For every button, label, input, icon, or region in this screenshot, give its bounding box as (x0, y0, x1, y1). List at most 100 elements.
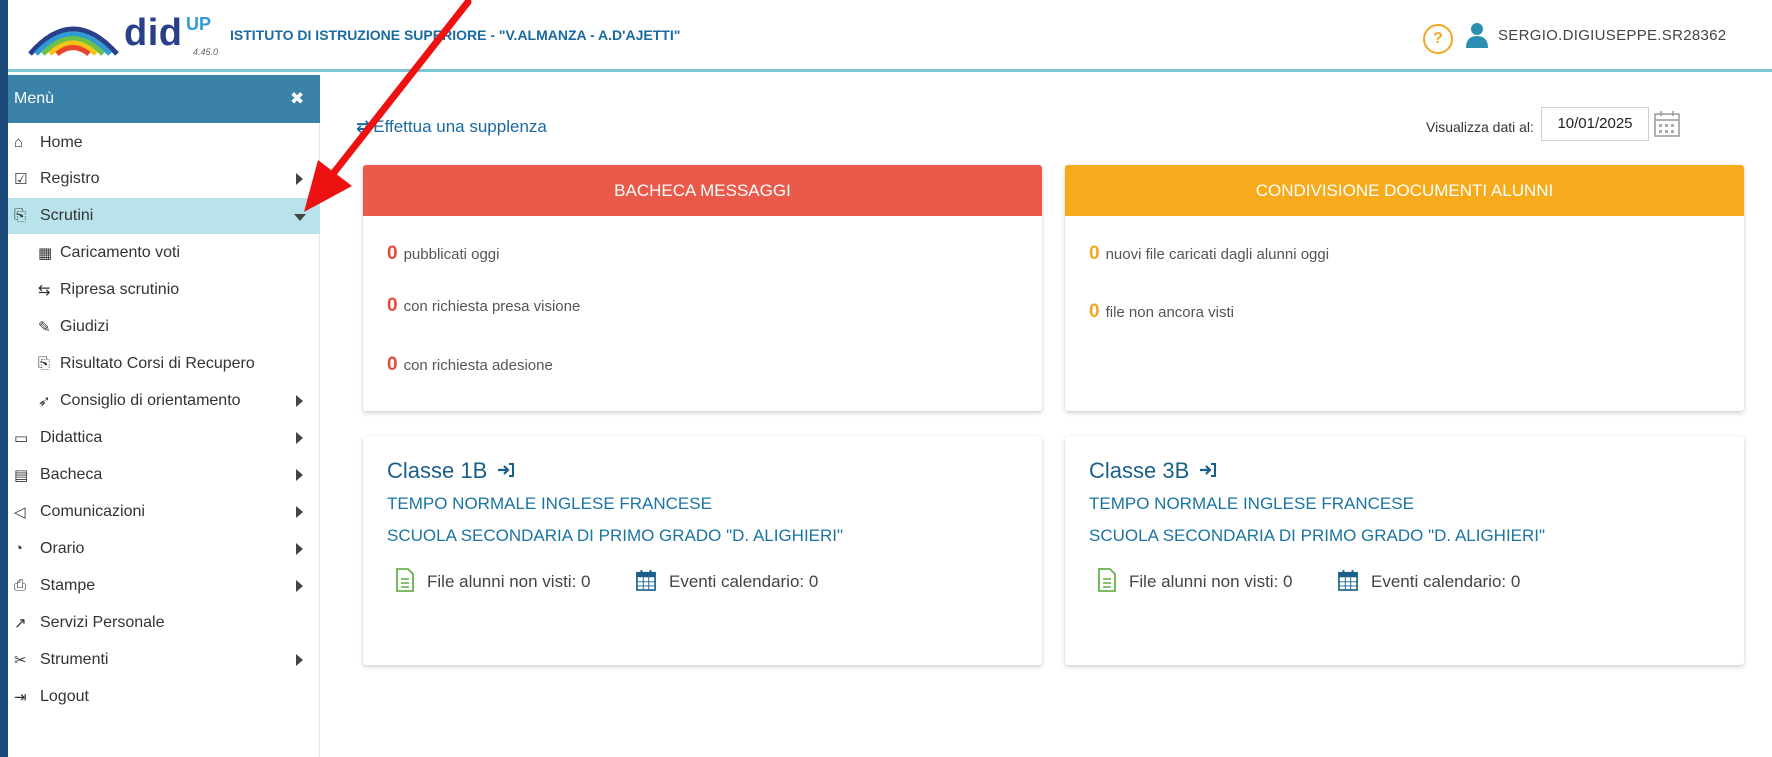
supplenza-link[interactable]: ⇄ Effettua una supplenza (356, 117, 547, 137)
stat-presa-visione[interactable]: 0 con richiesta presa visione (387, 295, 580, 317)
sidebar-item-label: Home (40, 134, 83, 151)
app-window: did UP 4.45.0 ISTITUTO DI ISTRUZIONE SUP… (8, 0, 1772, 757)
sidebar-item-label: Servizi Personale (40, 614, 165, 631)
enter-icon[interactable] (497, 462, 515, 478)
sidebar-item-label: Ripresa scrutinio (60, 281, 180, 298)
sidebar-item-label: Comunicazioni (40, 503, 145, 520)
sidebar-item-giudizi[interactable]: ✎ Giudizi (8, 309, 320, 345)
sidebar-item-strumenti[interactable]: ✂ Strumenti (8, 642, 320, 678)
file-icon (396, 568, 414, 592)
class-school: SCUOLA SECONDARIA DI PRIMO GRADO "D. ALI… (387, 526, 844, 545)
class-title[interactable]: Classe 3B (1089, 458, 1189, 484)
calendar-icon[interactable] (1653, 110, 1681, 138)
sidebar-item-label: Risultato Corsi di Recupero (60, 355, 255, 372)
class-course: TEMPO NORMALE INGLESE FRANCESE (1089, 494, 1414, 513)
stat-nuovi-file[interactable]: 0 nuovi file caricati dagli alunni oggi (1089, 243, 1329, 265)
enter-icon[interactable] (1199, 462, 1217, 478)
printer-icon: ⎙ (14, 577, 27, 594)
bacheca-header[interactable]: BACHECA MESSAGGI (363, 165, 1042, 216)
newspaper-icon: ▤ (14, 467, 29, 484)
sidebar-item-registro[interactable]: ☑ Registro (8, 161, 320, 197)
sidebar-item-label: Caricamento voti (60, 244, 181, 261)
sidebar-item-label: Stampe (40, 577, 96, 594)
sidebar-item-label: Orario (40, 540, 85, 557)
sidebar-item-ripresa-scrutinio[interactable]: ⇆ Ripresa scrutinio (8, 272, 320, 308)
eventi-calendario-link[interactable]: Eventi calendario: 0 (1371, 572, 1520, 592)
main-content: ⇄ Effettua una supplenza Visualizza dati … (320, 75, 1772, 757)
sidebar-item-servizi-personale[interactable]: ↗ Servizi Personale (8, 605, 320, 641)
file-alunni-link[interactable]: File alunni non visti: 0 (1129, 572, 1292, 592)
class-school: SCUOLA SECONDARIA DI PRIMO GRADO "D. ALI… (1089, 526, 1546, 545)
sidebar-item-label: Registro (40, 170, 100, 187)
home-icon: ⌂ (14, 134, 24, 151)
sidebar-item-stampe[interactable]: ⎙ Stampe (8, 568, 320, 604)
chevron-down-icon (294, 214, 306, 221)
stat-adesione[interactable]: 0 con richiesta adesione (387, 354, 553, 376)
bacheca-messaggi-card: BACHECA MESSAGGI 0 pubblicati oggi 0 con r… (363, 165, 1042, 411)
stat-label: nuovi file caricati dagli alunni oggi (1105, 246, 1330, 263)
stat-count: 0 (387, 354, 398, 375)
megaphone-icon: ◁ (14, 504, 26, 521)
sidebar-item-label: Bacheca (40, 466, 103, 483)
stat-count: 0 (387, 243, 398, 264)
class-card-3b: Classe 3B TEMPO NORMALE INGLESE FRANCESE… (1065, 436, 1744, 665)
document-icon: ⎘ (38, 355, 51, 372)
condivisione-header[interactable]: CONDIVISIONE DOCUMENTI ALUNNI (1065, 165, 1744, 216)
chevron-right-icon (296, 395, 303, 407)
sidebar-item-bacheca[interactable]: ▤ Bacheca (8, 457, 320, 493)
calendar-icon (636, 570, 656, 591)
top-header: did UP 4.45.0 ISTITUTO DI ISTRUZIONE SUP… (8, 0, 1772, 72)
sidebar-item-label: Consiglio di orientamento (60, 392, 241, 409)
sidebar-item-consiglio-orientamento[interactable]: ➶ Consiglio di orientamento (8, 383, 320, 419)
chevron-right-icon (296, 580, 303, 592)
chevron-right-icon (296, 543, 303, 555)
sidebar-item-label: Logout (40, 688, 89, 705)
eventi-calendario-link[interactable]: Eventi calendario: 0 (669, 572, 818, 592)
app-version: 4.45.0 (193, 47, 219, 57)
logo-up: UP (186, 14, 212, 34)
stat-label: pubblicati oggi (403, 246, 500, 263)
sidebar-item-comunicazioni[interactable]: ◁ Comunicazioni (8, 494, 320, 530)
class-title[interactable]: Classe 1B (387, 458, 487, 484)
logo-word: did (124, 12, 183, 54)
menu-title: Menù (14, 90, 55, 107)
school-name: ISTITUTO DI ISTRUZIONE SUPERIORE - "V.AL… (230, 27, 681, 43)
sidebar-menu: Menù ✖ ⌂ Home ☑ Registro ⎘ Scrutini ▦ Ca… (8, 75, 320, 757)
sidebar-item-label: Scrutini (40, 207, 94, 224)
sidebar-item-risultato-corsi[interactable]: ⎘ Risultato Corsi di Recupero (8, 346, 320, 382)
sidebar-item-home[interactable]: ⌂ Home (8, 125, 320, 161)
sidebar-item-logout[interactable]: ⇥ Logout (8, 679, 320, 715)
sidebar-item-caricamento-voti[interactable]: ▦ Caricamento voti (8, 235, 320, 271)
logout-icon: ⇥ (14, 689, 27, 706)
chevron-right-icon (296, 506, 303, 518)
class-card-1b: Classe 1B TEMPO NORMALE INGLESE FRANCESE… (363, 436, 1042, 665)
menu-header: Menù ✖ (8, 75, 320, 123)
sidebar-item-label: Strumenti (40, 651, 109, 668)
user-icon (1466, 23, 1488, 48)
stat-count: 0 (1089, 301, 1100, 322)
chevron-right-icon (296, 432, 303, 444)
stat-label: file non ancora visti (1105, 304, 1234, 321)
condivisione-documenti-card: CONDIVISIONE DOCUMENTI ALUNNI 0 nuovi fil… (1065, 165, 1744, 411)
sidebar-item-scrutini[interactable]: ⎘ Scrutini (8, 198, 320, 234)
scrutini-icon: ⎘ (14, 207, 27, 224)
swap-icon: ⇄ (356, 117, 371, 136)
sidebar-item-orario[interactable]: ◔ Orario (8, 531, 320, 567)
stat-label: con richiesta adesione (403, 357, 553, 374)
brush-icon: ➶ (38, 393, 51, 410)
didup-logo-icon (28, 26, 119, 57)
share-icon: ↗ (14, 615, 27, 632)
file-alunni-link[interactable]: File alunni non visti: 0 (427, 572, 590, 592)
user-name[interactable]: SERGIO.DIGIUSEPPE.SR28362 (1498, 27, 1726, 44)
chevron-right-icon (296, 173, 303, 185)
date-input[interactable]: 10/01/2025 (1541, 107, 1649, 141)
stat-count: 0 (387, 295, 398, 316)
close-icon[interactable]: ✖ (290, 89, 304, 109)
sidebar-item-didattica[interactable]: ▭ Didattica (8, 420, 320, 456)
clock-icon: ◔ (14, 540, 24, 557)
stat-file-non-visti[interactable]: 0 file non ancora visti (1089, 301, 1234, 323)
help-icon[interactable]: ? (1423, 24, 1453, 54)
sidebar-item-label: Giudizi (60, 318, 109, 335)
stat-pubblicati-oggi[interactable]: 0 pubblicati oggi (387, 243, 499, 265)
chevron-right-icon (296, 469, 303, 481)
